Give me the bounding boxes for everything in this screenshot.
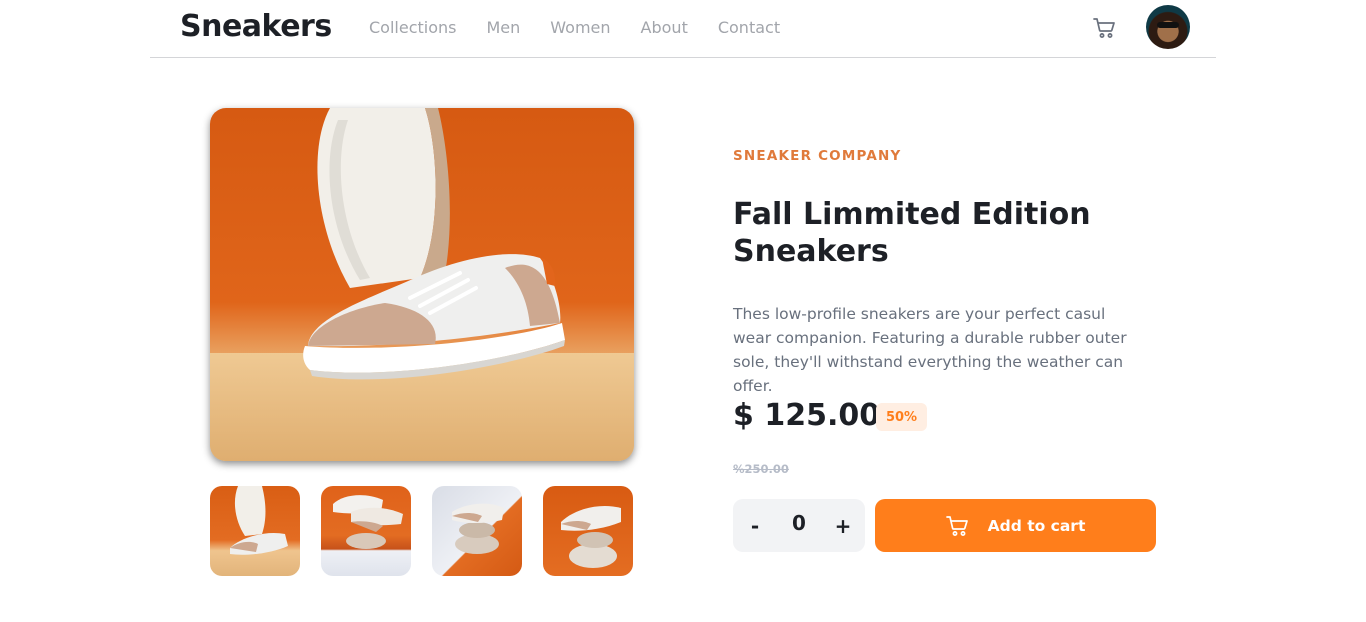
thumbnail-3-shoe [452, 503, 504, 554]
cart-icon [945, 515, 968, 536]
company-name: SNEAKER COMPANY [733, 148, 902, 164]
thumbnail-2-shoes [333, 495, 403, 549]
thumbnail-4[interactable] [543, 486, 633, 576]
add-to-cart-button[interactable]: Add to cart [875, 499, 1156, 552]
product-description: Thes low-profile sneakers are your perfe… [733, 305, 1127, 395]
main-product-image[interactable] [210, 108, 634, 461]
increase-quantity-button[interactable]: + [828, 509, 858, 542]
avatar-sunglasses [1157, 22, 1179, 28]
quantity-stepper: - 0 + [733, 499, 865, 552]
header: Sneakers Collections Men Women About Con… [150, 0, 1216, 58]
sneaker-illustration [303, 108, 565, 380]
current-price: $ 125.00 [733, 398, 881, 433]
add-to-cart-label: Add to cart [987, 516, 1086, 535]
thumbnail-3[interactable] [432, 486, 522, 576]
nav-collections[interactable]: Collections [369, 18, 456, 37]
main-nav: Collections Men Women About Contact [369, 18, 810, 37]
nav-contact[interactable]: Contact [718, 18, 780, 37]
nav-women[interactable]: Women [550, 18, 610, 37]
thumbnail-2[interactable] [321, 486, 411, 576]
logo[interactable]: Sneakers [180, 9, 332, 44]
cart-icon[interactable] [1093, 16, 1117, 40]
avatar[interactable] [1146, 5, 1190, 49]
thumbnail-4-shoe [561, 505, 621, 568]
discount-badge: 50% [876, 403, 927, 431]
quantity-value: 0 [792, 511, 806, 535]
decrease-quantity-button[interactable]: - [740, 509, 770, 542]
nav-men[interactable]: Men [486, 18, 520, 37]
original-price: %250.00 [733, 462, 789, 476]
thumbnail-1[interactable] [210, 486, 300, 576]
product-title: Fall Limmited Edition Sneakers [733, 197, 1091, 269]
thumbnail-1-shoe [230, 486, 288, 555]
thumbnail-strip [210, 486, 654, 576]
nav-about[interactable]: About [641, 18, 688, 37]
